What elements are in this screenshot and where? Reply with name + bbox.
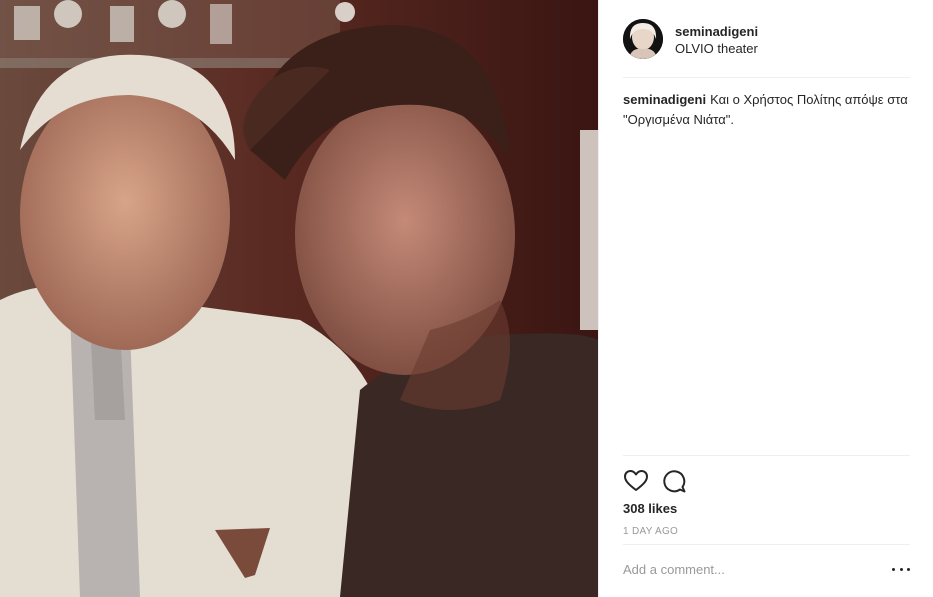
location-link[interactable]: OLVIO theater bbox=[675, 41, 758, 56]
caption-username-link[interactable]: seminadigeni bbox=[623, 92, 706, 107]
post-photo[interactable] bbox=[0, 0, 598, 597]
more-options-icon bbox=[899, 567, 903, 571]
more-options-icon bbox=[892, 567, 895, 571]
post-timestamp[interactable]: 1 DAY AGO bbox=[623, 526, 678, 537]
instagram-post: seminadigeni OLVIO theater seminadigeni Κ… bbox=[0, 0, 933, 597]
comment-button[interactable] bbox=[661, 468, 687, 494]
more-options-icon bbox=[907, 567, 910, 571]
more-options-button[interactable] bbox=[892, 562, 910, 576]
post-caption: seminadigeni Και ο Χρήστος Πολίτης απόψε … bbox=[623, 90, 910, 130]
comment-bar bbox=[623, 544, 910, 597]
avatar-image bbox=[623, 19, 663, 59]
heart-icon bbox=[624, 470, 648, 491]
speech-bubble-icon bbox=[663, 470, 686, 493]
avatar[interactable] bbox=[623, 19, 663, 59]
username-link[interactable]: seminadigeni bbox=[675, 24, 758, 39]
post-sidebar: seminadigeni OLVIO theater seminadigeni Κ… bbox=[598, 0, 933, 597]
post-actions bbox=[623, 455, 910, 495]
post-header: seminadigeni OLVIO theater bbox=[623, 18, 910, 78]
photo-image bbox=[0, 0, 598, 597]
likes-count[interactable]: 308 likes bbox=[623, 501, 677, 516]
comment-input[interactable] bbox=[623, 559, 873, 579]
like-button[interactable] bbox=[623, 468, 649, 494]
